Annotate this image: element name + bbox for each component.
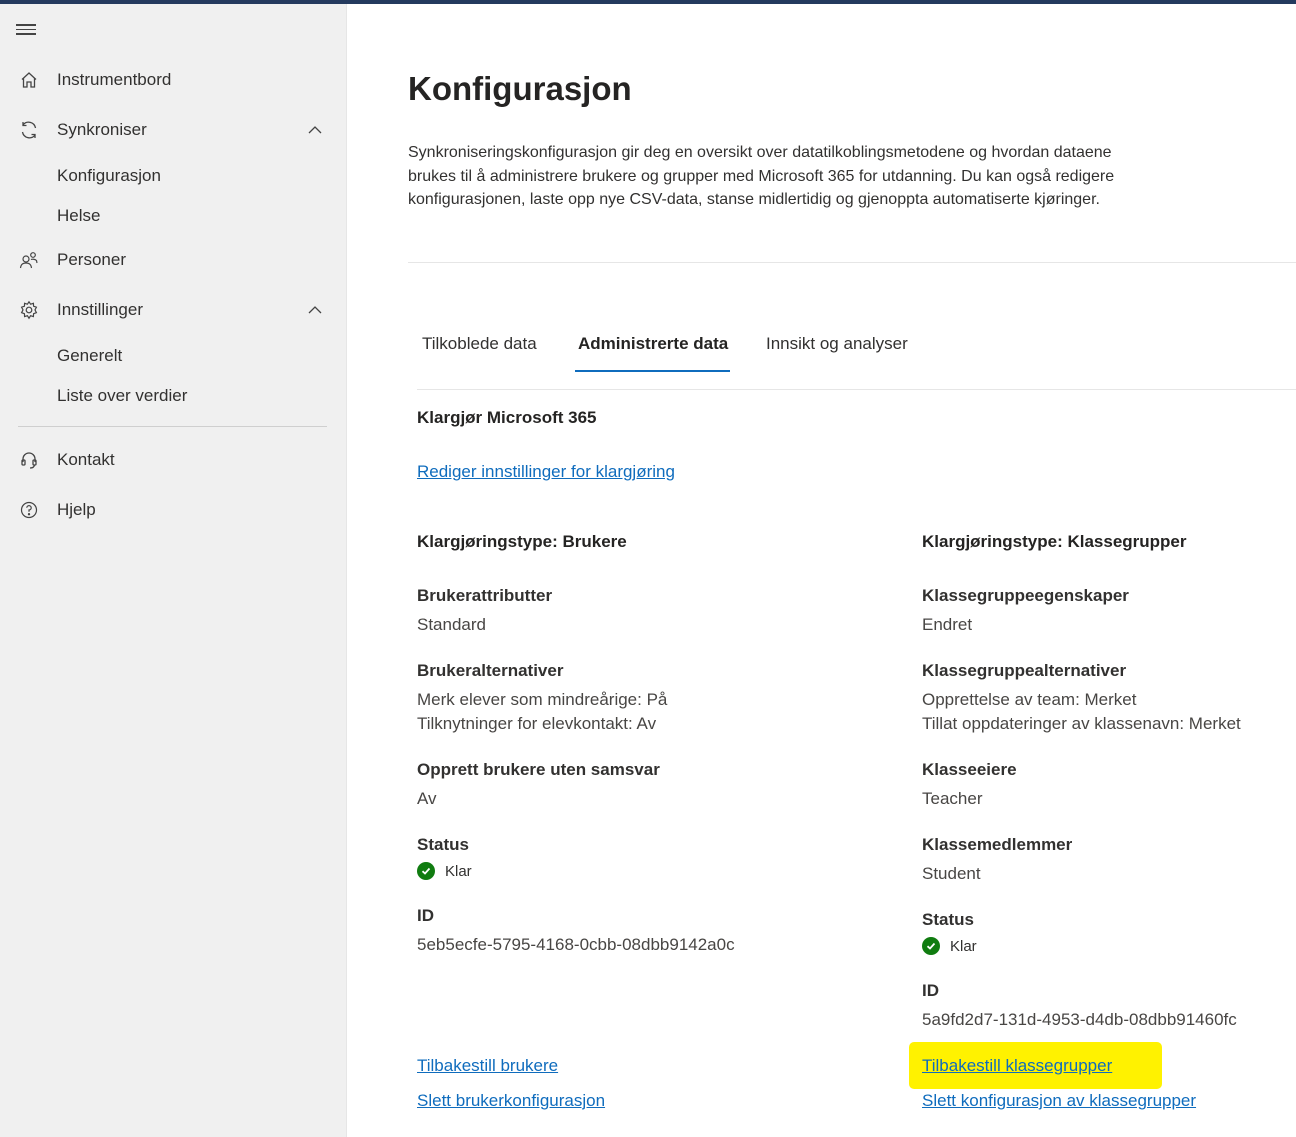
class-owners-label: Klasseeiere <box>922 760 1017 779</box>
main-content: Konfigurasjon Synkroniseringskonfigurasj… <box>347 4 1296 1137</box>
sidebar-item-label: Synkroniser <box>57 120 147 139</box>
tabs-divider <box>417 389 1296 390</box>
chevron-up-icon[interactable] <box>306 301 324 319</box>
sidebar-subitem-configuration[interactable]: Konfigurasjon <box>57 166 161 186</box>
classgroup-options-label: Klassegruppealternativer <box>922 661 1127 680</box>
hamburger-menu-icon[interactable] <box>16 22 36 38</box>
edit-provisioning-settings-link[interactable]: Rediger innstillinger for klargjøring <box>417 462 675 482</box>
user-attributes-label: Brukerattributter <box>417 586 553 605</box>
class-members-label: Klassemedlemmer <box>922 835 1073 854</box>
headset-icon <box>18 449 40 471</box>
sidebar-item-label: Innstillinger <box>57 300 143 319</box>
class-members-value: Student <box>922 864 981 883</box>
sidebar-subitem-general[interactable]: Generelt <box>57 346 122 366</box>
sidebar-item-people[interactable]: Personer <box>0 242 346 278</box>
page-description: Synkroniseringskonfigurasjon gir deg en … <box>408 144 1115 208</box>
classgroups-id-value: 5a9fd2d7-131d-4953-d4db-08dbb91460fc <box>922 1010 1237 1029</box>
sidebar-item-label: Hjelp <box>57 500 96 519</box>
classgroup-properties-value: Endret <box>922 615 973 634</box>
active-tab-indicator <box>575 370 730 372</box>
help-icon <box>18 499 40 521</box>
sidebar-item-label: Personer <box>57 250 126 269</box>
tab-connected-data[interactable]: Tilkoblede data <box>422 334 537 364</box>
chevron-up-icon[interactable] <box>306 121 324 139</box>
gear-icon <box>18 299 40 321</box>
users-heading: Klargjøringstype: Brukere <box>417 532 627 551</box>
sidebar-subitem-health[interactable]: Helse <box>57 206 100 226</box>
people-icon <box>18 249 40 271</box>
section-title: Klargjør Microsoft 365 <box>417 408 597 427</box>
classgroups-status-badge: Klar <box>922 937 977 955</box>
sidebar: Instrumentbord Synkroniser Konfigurasjon… <box>0 4 347 1137</box>
create-unmatched-value: Av <box>417 789 437 808</box>
checkmark-icon <box>417 862 435 880</box>
classgroups-heading: Klargjøringstype: Klassegrupper <box>922 532 1187 551</box>
sidebar-item-sync[interactable]: Synkroniser <box>0 112 346 148</box>
header-divider <box>408 262 1296 263</box>
users-status-label: Status <box>417 835 469 854</box>
classgroup-properties-label: Klassegruppeegenskaper <box>922 586 1129 605</box>
users-id-label: ID <box>417 906 434 925</box>
tab-managed-data[interactable]: Administrerte data <box>578 334 728 364</box>
sidebar-item-help[interactable]: Hjelp <box>0 492 346 528</box>
user-option-value: Merk elever som mindreårige: På <box>417 690 668 709</box>
checkmark-icon <box>922 937 940 955</box>
tab-insights[interactable]: Innsikt og analyser <box>766 334 908 364</box>
delete-user-config-link[interactable]: Slett brukerkonfigurasjon <box>417 1091 605 1111</box>
user-options-label: Brukeralternativer <box>417 661 564 680</box>
delete-classgroup-config-link[interactable]: Slett konfigurasjon av klassegrupper <box>922 1091 1196 1111</box>
users-status-value: Klar <box>445 862 472 880</box>
reset-classgroups-link[interactable]: Tilbakestill klassegrupper <box>922 1056 1112 1076</box>
sidebar-item-dashboard[interactable]: Instrumentbord <box>0 62 346 98</box>
sidebar-subitem-value-list[interactable]: Liste over verdier <box>57 386 187 406</box>
page-title: Konfigurasjon <box>408 70 632 107</box>
home-icon <box>18 69 40 91</box>
user-option-value: Tilknytninger for elevkontakt: Av <box>417 714 657 733</box>
classgroups-id-label: ID <box>922 981 939 1000</box>
classgroup-option-value: Opprettelse av team: Merket <box>922 690 1137 709</box>
users-status-badge: Klar <box>417 862 472 880</box>
reset-users-link[interactable]: Tilbakestill brukere <box>417 1056 558 1076</box>
classgroups-status-label: Status <box>922 910 974 929</box>
users-id-value: 5eb5ecfe-5795-4168-0cbb-08dbb9142a0c <box>417 935 735 954</box>
sidebar-item-settings[interactable]: Innstillinger <box>0 292 346 328</box>
sidebar-item-label: Kontakt <box>57 450 115 469</box>
classgroups-status-value: Klar <box>950 937 977 955</box>
sync-icon <box>18 119 40 141</box>
classgroup-option-value: Tillat oppdateringer av klassenavn: Merk… <box>922 714 1241 733</box>
create-unmatched-label: Opprett brukere uten samsvar <box>417 760 660 779</box>
sidebar-item-contact[interactable]: Kontakt <box>0 442 346 478</box>
class-owners-value: Teacher <box>922 789 983 808</box>
sidebar-item-label: Instrumentbord <box>57 70 172 89</box>
sidebar-divider <box>18 426 327 427</box>
user-attributes-value: Standard <box>417 615 486 634</box>
